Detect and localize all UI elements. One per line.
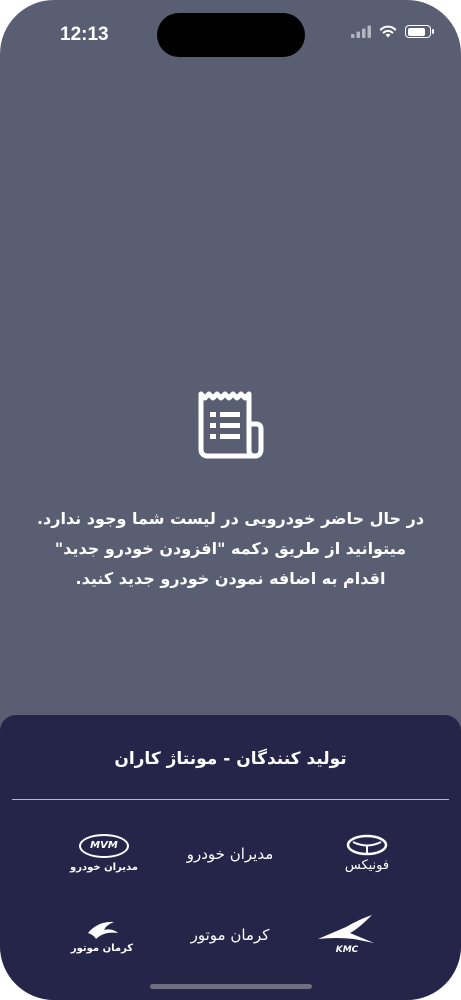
phone-screen: 12:13 در حال حاضر خودرویی در لیست شما وج… [0, 0, 461, 1000]
home-indicator[interactable] [150, 984, 312, 989]
empty-state: در حال حاضر خودرویی در لیست شما وجود ندا… [0, 390, 461, 594]
brand-mvm[interactable]: MVM مدیران خودرو [60, 827, 148, 879]
battery-level [407, 27, 426, 36]
sheet-title: تولید کنندگان - مونتاژ کاران [114, 749, 347, 769]
fownix-logo-text: فونیکس [344, 857, 390, 873]
brand-kmc[interactable]: KMC [312, 910, 382, 956]
mvm-logo-text: MVM [90, 840, 118, 851]
status-time: 12:13 [60, 24, 109, 45]
battery-icon [405, 25, 434, 38]
dynamic-island [157, 13, 305, 57]
brand-label: مدیران خودرو [186, 845, 274, 863]
sheet-divider [12, 799, 449, 800]
mvm-logo-badge: MVM [79, 833, 129, 858]
manufacturers-sheet: تولید کنندگان - مونتاژ کاران فونیکس مدیر… [0, 715, 461, 1000]
empty-state-message: در حال حاضر خودرویی در لیست شما وجود ندا… [36, 509, 425, 588]
status-icons [351, 25, 434, 38]
brand-label: کرمان موتور [190, 926, 270, 944]
receipt-icon [198, 391, 263, 459]
kerman-motor-logo-icon [88, 921, 118, 939]
fownix-logo-icon [346, 834, 388, 855]
wifi-icon [379, 25, 397, 38]
mvm-logo-subtext: مدیران خودرو [70, 861, 138, 873]
brand-kerman-motor-logo[interactable]: کرمان موتور [62, 911, 142, 961]
kmc-logo-icon: KMC [318, 915, 374, 953]
kmc-logo-text: KMC [336, 945, 359, 953]
signal-icon [351, 25, 371, 38]
kerman-motor-logo-text: کرمان موتور [70, 942, 134, 954]
brand-modiran-khodro[interactable]: مدیران خودرو [170, 839, 290, 869]
brand-kerman-motor[interactable]: کرمان موتور [170, 920, 290, 950]
status-bar: 12:13 [0, 0, 461, 70]
brand-fownix[interactable]: فونیکس [312, 827, 422, 879]
